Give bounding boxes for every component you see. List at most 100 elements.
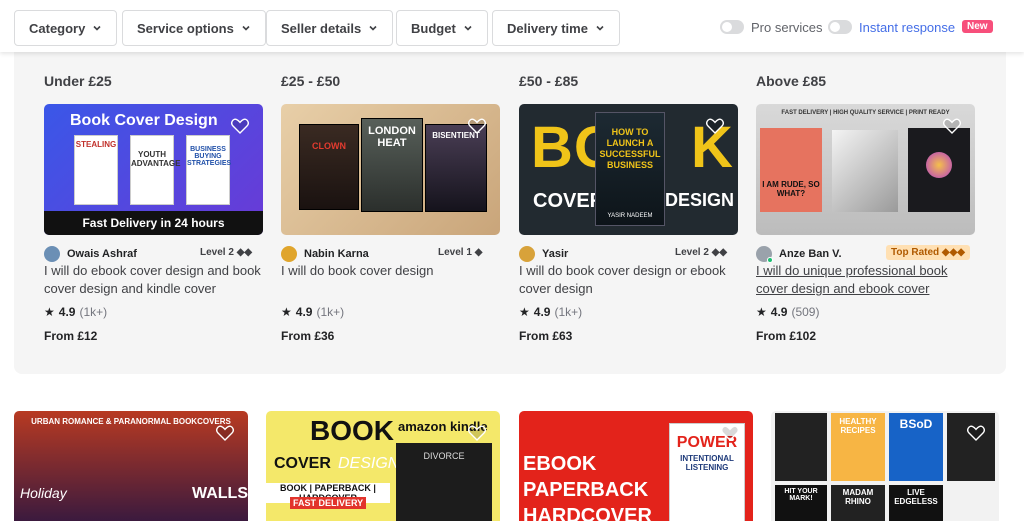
gig-thumbnail[interactable]: URBAN ROMANCE & PARANORMAL BOOKCOVERS Ho… bbox=[14, 411, 248, 521]
heart-icon[interactable] bbox=[967, 425, 985, 441]
book-subtitle: INTENTIONAL LISTENING bbox=[680, 454, 734, 472]
gig-price: From £36 bbox=[281, 329, 335, 343]
heart-icon[interactable] bbox=[721, 425, 739, 441]
bucket-label: Above £85 bbox=[756, 73, 827, 89]
gig-rating: ★ 4.9 (1k+) bbox=[281, 305, 344, 319]
heart-icon[interactable] bbox=[231, 118, 249, 134]
seller-level: Level 1 ◆ bbox=[438, 247, 483, 258]
seller-details-filter[interactable]: Seller details bbox=[266, 10, 394, 46]
book-title: I AM RUDE, SO WHAT? bbox=[762, 180, 820, 198]
seller-info[interactable]: Yasir bbox=[519, 245, 568, 263]
book-image: LONDON HEAT bbox=[361, 118, 423, 212]
gig-title[interactable]: I will do book cover design or ebook cov… bbox=[519, 262, 741, 298]
book-image bbox=[775, 413, 827, 481]
thumb-top-text: FAST DELIVERY | HIGH QUALITY SERVICE | P… bbox=[781, 110, 950, 116]
book-image: YOUTH ADVANTAGE bbox=[130, 135, 180, 205]
thumb-text: COVER bbox=[533, 190, 605, 212]
bucket-label: Under £25 bbox=[44, 73, 112, 89]
review-count: (1k+) bbox=[554, 305, 583, 319]
bucket-label: £25 - £50 bbox=[281, 73, 341, 89]
heart-icon[interactable] bbox=[216, 425, 234, 441]
heart-icon[interactable] bbox=[468, 425, 486, 441]
category-filter[interactable]: Category bbox=[14, 10, 118, 46]
seller-info[interactable]: Anze Ban V. bbox=[756, 245, 842, 263]
review-count: (509) bbox=[791, 305, 820, 319]
gig-rating: ★ 4.9 (1k+) bbox=[44, 305, 107, 319]
book-title: STEALING bbox=[75, 140, 117, 149]
rating-value: 4.9 bbox=[533, 305, 551, 319]
avatar bbox=[519, 246, 535, 262]
thumb-title: Book Cover Design bbox=[70, 112, 218, 129]
thumb-text: HARDCOVER bbox=[523, 505, 652, 521]
book-title: MADAM RHINO bbox=[842, 488, 874, 506]
bucket-label: £50 - £85 bbox=[519, 73, 579, 89]
book-title: BUSINESS BUYING STRATEGIES bbox=[187, 146, 232, 167]
mandala-image bbox=[926, 152, 952, 178]
star-icon: ★ bbox=[519, 305, 530, 319]
budget-filter[interactable]: Budget bbox=[396, 10, 488, 46]
book-image: CLOWN bbox=[299, 124, 359, 210]
heart-icon[interactable] bbox=[706, 118, 724, 134]
pro-services-label: Pro services bbox=[751, 20, 823, 35]
book-image: BSoD bbox=[889, 413, 943, 481]
seller-details-label: Seller details bbox=[281, 20, 362, 36]
seller-info[interactable]: Owais Ashraf bbox=[44, 245, 137, 263]
gig-title[interactable]: I will do unique professional book cover… bbox=[756, 262, 976, 298]
gig-thumbnail[interactable]: BOOK COVER DESIGN BOOK | PAPERBACK | HAR… bbox=[266, 411, 500, 521]
book-image: I AM RUDE, SO WHAT? bbox=[760, 128, 822, 212]
gig-title[interactable]: I will do book cover design bbox=[281, 262, 503, 280]
book-title: WALLS bbox=[192, 485, 248, 502]
book-title: BSoD bbox=[899, 417, 933, 431]
seller-level: Level 2 ◆◆ bbox=[675, 247, 728, 258]
star-icon: ★ bbox=[44, 305, 55, 319]
instant-response-toggle[interactable] bbox=[828, 20, 852, 34]
book-image: BUSINESS BUYING STRATEGIES bbox=[186, 135, 232, 205]
chevron-down-icon bbox=[464, 25, 472, 31]
book-title: CLOWN bbox=[312, 141, 346, 151]
gig-thumbnail[interactable]: EBOOK PAPERBACK HARDCOVER POWER INTENTIO… bbox=[519, 411, 753, 521]
book-title: HIT YOUR MARK! bbox=[784, 488, 818, 502]
gig-price: From £12 bbox=[44, 329, 98, 343]
book-title: LONDON HEAT bbox=[368, 125, 416, 149]
thumb-text: PAPERBACK bbox=[523, 479, 649, 501]
book-image: LIVE EDGELESS bbox=[889, 485, 943, 521]
pro-services-toggle[interactable] bbox=[720, 20, 744, 34]
gig-thumbnail[interactable]: FAST DELIVERY | HIGH QUALITY SERVICE | P… bbox=[756, 104, 975, 235]
gig-thumbnail[interactable]: CLOWN LONDON HEAT BISENTIENT bbox=[281, 104, 500, 235]
book-image: DIVORCE bbox=[396, 443, 492, 521]
rating-value: 4.9 bbox=[295, 305, 313, 319]
gig-thumbnail[interactable]: HEALTHY RECIPES BSoD HIT YOUR MARK! MADA… bbox=[771, 411, 999, 521]
heart-icon[interactable] bbox=[943, 118, 961, 134]
book-title: LIVE EDGELESS bbox=[894, 488, 938, 506]
gig-thumbnail[interactable]: BOO K COVER DESIGN HOW TO LAUNCH A SUCCE… bbox=[519, 104, 738, 235]
star-icon: ★ bbox=[756, 305, 767, 319]
book-image: STEALING bbox=[74, 135, 118, 205]
budget-label: Budget bbox=[411, 20, 456, 36]
book-title: HEALTHY RECIPES bbox=[839, 417, 877, 435]
gig-thumbnail[interactable]: Book Cover Design STEALING YOUTH ADVANTA… bbox=[44, 104, 263, 235]
chevron-down-icon bbox=[369, 25, 377, 31]
thumb-text: EBOOK bbox=[523, 453, 597, 475]
book-author: YASIR NADEEM bbox=[607, 213, 653, 219]
delivery-time-label: Delivery time bbox=[507, 20, 588, 36]
new-badge: New bbox=[962, 20, 993, 33]
seller-name: Owais Ashraf bbox=[67, 248, 137, 260]
seller-level: Level 2 ◆◆ bbox=[200, 247, 253, 258]
thumb-text: FAST DELIVERY bbox=[290, 497, 367, 509]
gig-price: From £63 bbox=[519, 329, 573, 343]
avatar bbox=[281, 246, 297, 262]
thumb-text: COVER bbox=[274, 455, 331, 472]
thumb-text: DESIGN bbox=[665, 190, 735, 210]
book-title: HOW TO LAUNCH A SUCCESSFUL BUSINESS bbox=[599, 127, 661, 170]
seller-info[interactable]: Nabin Karna bbox=[281, 245, 369, 263]
heart-icon[interactable] bbox=[468, 118, 486, 134]
avatar bbox=[756, 246, 773, 263]
review-count: (1k+) bbox=[316, 305, 345, 319]
service-options-filter[interactable]: Service options bbox=[122, 10, 266, 46]
thumb-banner: Fast Delivery in 24 hours bbox=[44, 211, 263, 235]
gig-title[interactable]: I will do ebook cover design and book co… bbox=[44, 262, 266, 298]
delivery-time-filter[interactable]: Delivery time bbox=[492, 10, 620, 46]
instant-response-label: Instant response bbox=[859, 20, 956, 35]
thumb-text: BOOK bbox=[310, 415, 394, 446]
book-image: HOW TO LAUNCH A SUCCESSFUL BUSINESS YASI… bbox=[595, 112, 665, 226]
